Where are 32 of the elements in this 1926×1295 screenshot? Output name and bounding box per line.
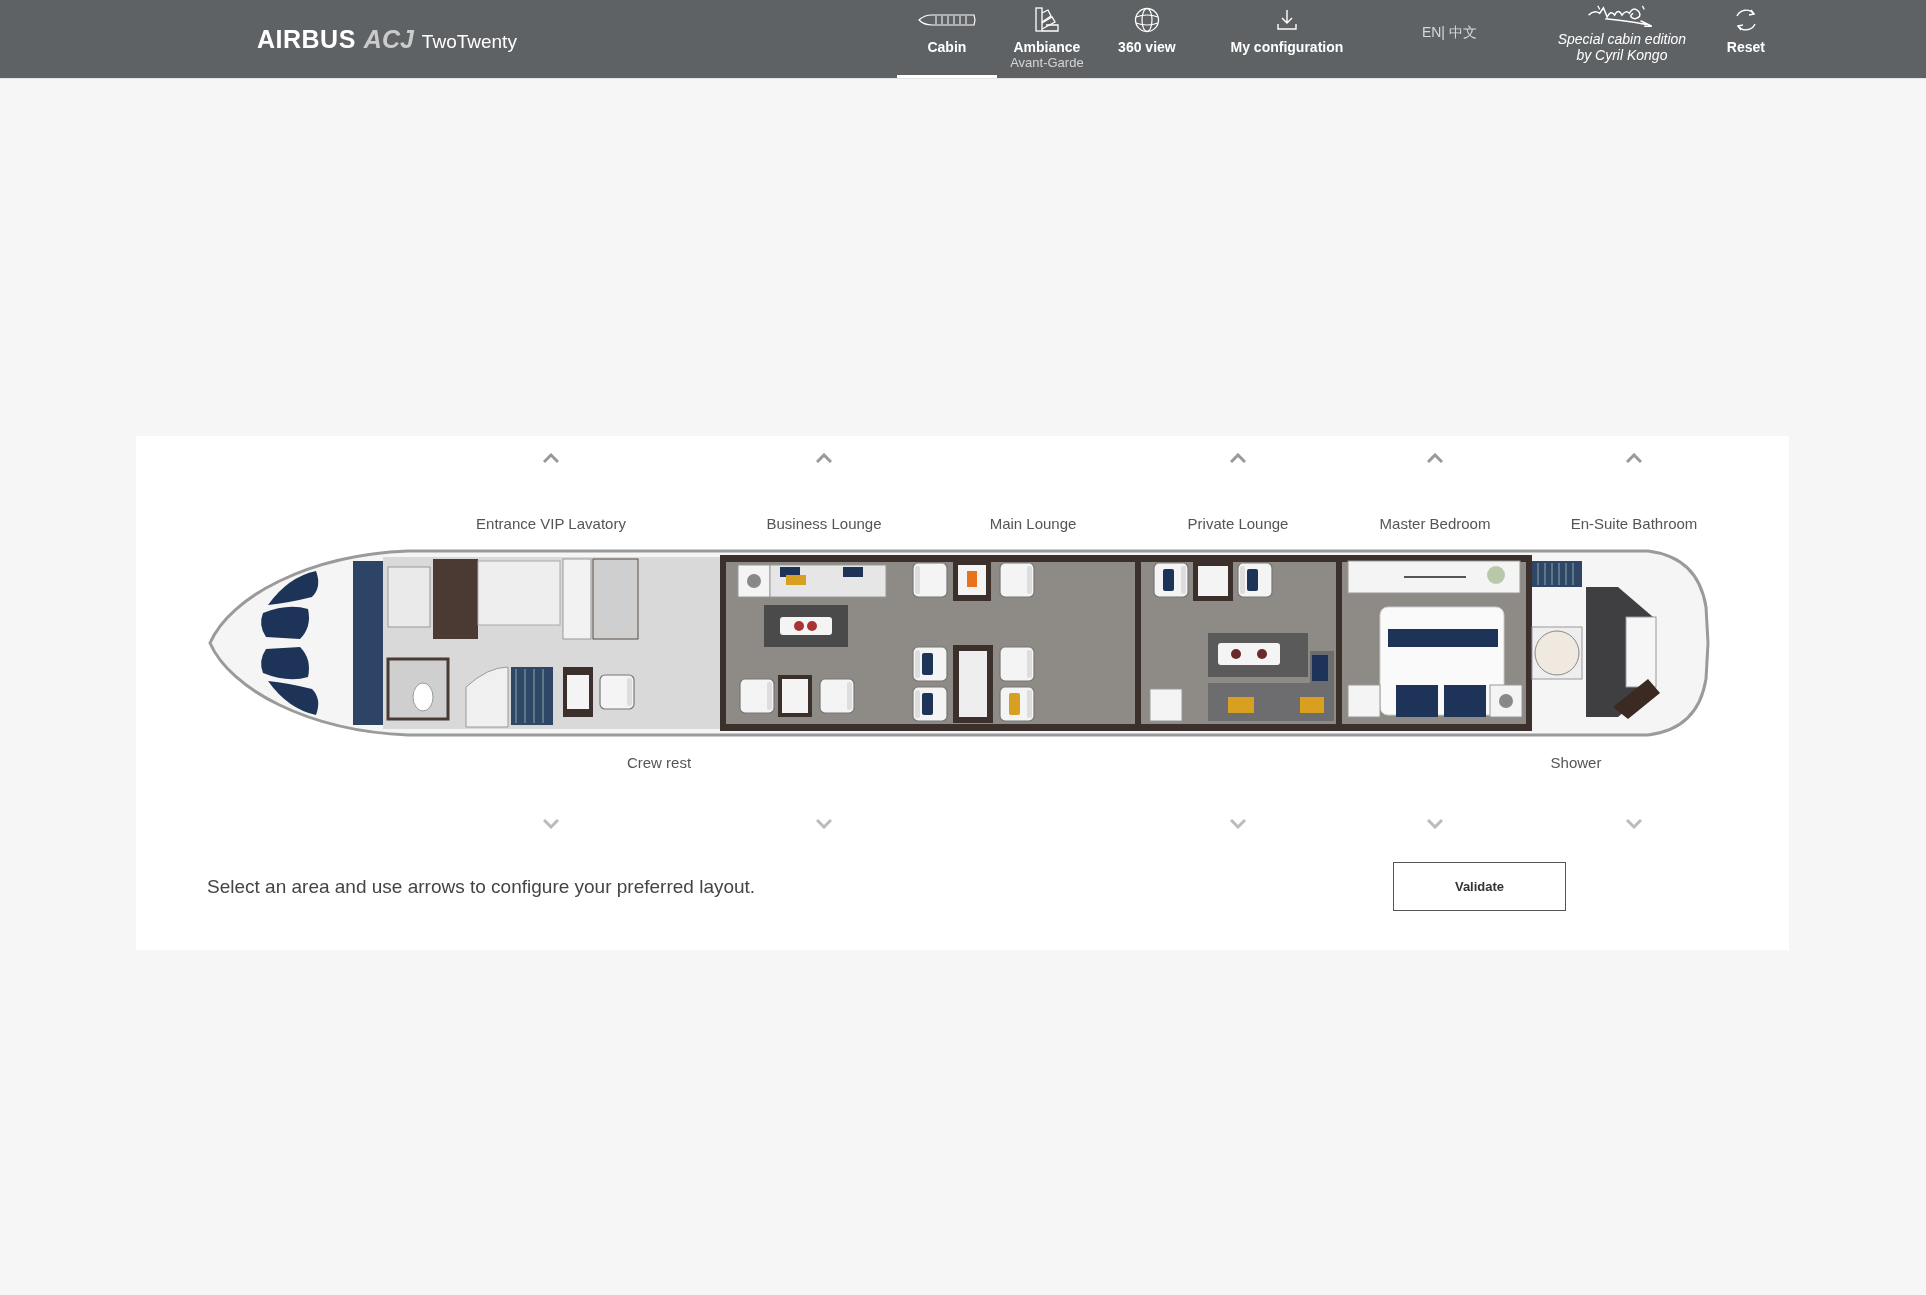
instruction-text: Select an area and use arrows to configure your preferred layout. xyxy=(207,875,756,898)
chevron-up-icon[interactable] xyxy=(1230,453,1246,463)
chevron-down-icon[interactable] xyxy=(1626,819,1642,829)
brand-logo[interactable]: AIRBUS ACJ TwoTwenty xyxy=(257,24,517,54)
zone-label[interactable]: Business Lounge xyxy=(766,514,882,532)
chevron-up-icon[interactable] xyxy=(816,453,832,463)
nav-tab[interactable]: 360 view xyxy=(1096,0,1197,78)
zone-label[interactable]: Entrance VIP Lavatory xyxy=(476,514,626,532)
zone-label[interactable]: Main Lounge xyxy=(989,514,1077,532)
chevron-down-icon[interactable] xyxy=(1427,819,1443,829)
nav-tab[interactable]: Cabin xyxy=(896,0,997,78)
zone-label[interactable]: Private Lounge xyxy=(1187,514,1289,532)
chevron-down-icon[interactable] xyxy=(1230,819,1246,829)
chevron-up-icon[interactable] xyxy=(1427,453,1443,463)
globe-icon xyxy=(1133,7,1160,33)
reset-button[interactable]: Reset xyxy=(1721,0,1770,78)
validate-button[interactable]: Validate xyxy=(1393,862,1566,911)
nav-tab[interactable]: Ambiance Avant-Garde xyxy=(996,0,1097,78)
edition-link[interactable]: Special cabin edition by Cyril Kongo xyxy=(1521,0,1722,78)
download-button[interactable]: My configuration xyxy=(1196,0,1377,78)
zone-label[interactable]: Crew rest xyxy=(626,753,692,771)
zone-label[interactable]: Master Bedroom xyxy=(1379,514,1491,532)
swatch-fan-icon xyxy=(1033,7,1060,33)
zone-label[interactable]: Shower xyxy=(1550,753,1602,771)
chevron-up-icon[interactable] xyxy=(543,453,559,463)
chevron-up-icon[interactable] xyxy=(1626,453,1642,463)
language-switch[interactable]: EN| 中文 xyxy=(1376,0,1522,78)
chevron-down-icon[interactable] xyxy=(543,819,559,829)
fuselage-icon xyxy=(917,14,976,26)
chevron-down-icon[interactable] xyxy=(816,819,832,829)
zone-label[interactable]: En-Suite Bathroom xyxy=(1570,514,1698,532)
download-icon xyxy=(1276,7,1297,33)
